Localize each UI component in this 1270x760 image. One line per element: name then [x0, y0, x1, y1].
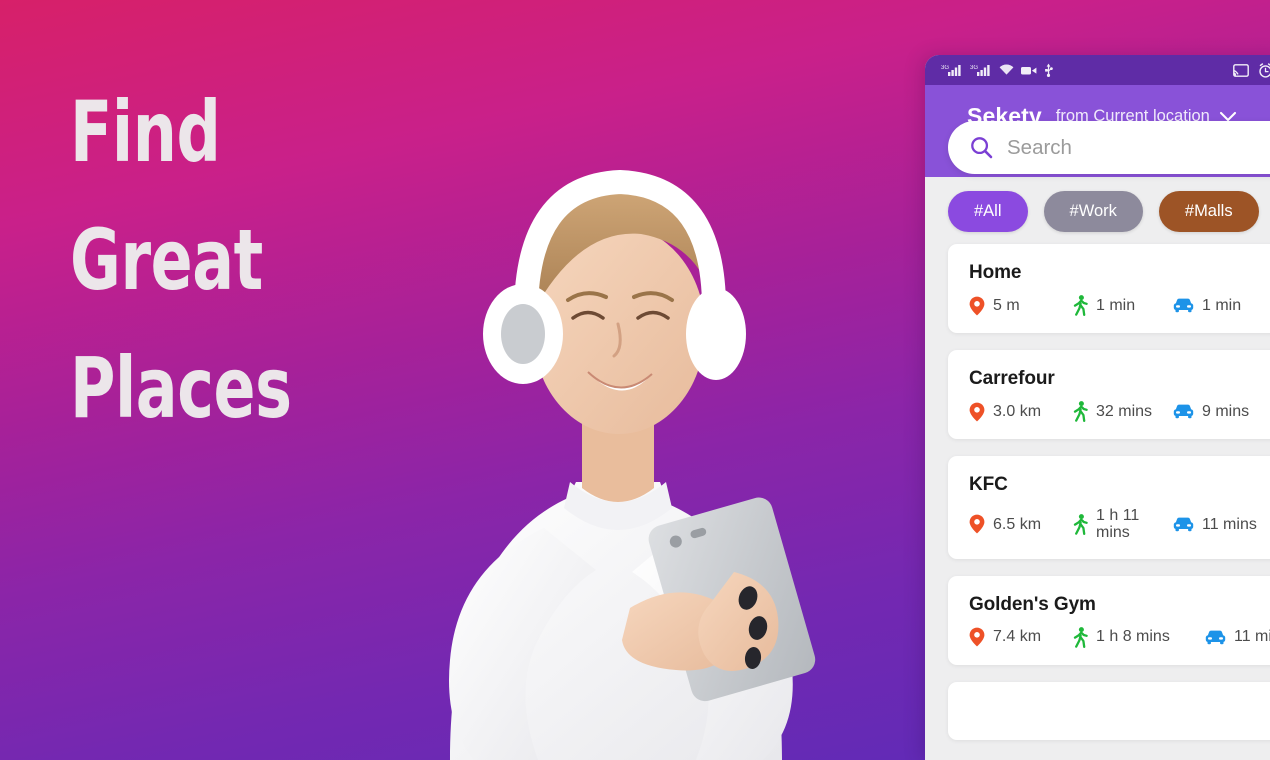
- distance-value: 5 m: [993, 296, 1020, 314]
- cast-icon: [1233, 63, 1249, 77]
- chip-work[interactable]: #Work: [1043, 191, 1143, 232]
- drive-value: 11 mins: [1202, 515, 1257, 533]
- distance-metric: 3.0 km: [969, 402, 1073, 422]
- distance-metric: 6.5 km: [969, 514, 1073, 534]
- page-title: Find Great Places: [70, 68, 292, 452]
- walk-metric: 1 h 11 mins: [1073, 507, 1173, 542]
- walking-person-icon: [1073, 513, 1088, 535]
- headline-line-1: Find: [70, 83, 221, 181]
- walking-person-icon: [1073, 401, 1088, 422]
- wifi-icon: [999, 64, 1014, 76]
- hero-photo: [330, 12, 890, 760]
- walk-value: 1 h 8 mins: [1096, 628, 1170, 646]
- chip-malls[interactable]: #Malls: [1158, 191, 1259, 232]
- car-icon: [1205, 629, 1226, 645]
- phone-mockup: 3G 3G Sekety from Current location Searc…: [925, 55, 1270, 760]
- drive-metric: 9 mins: [1173, 403, 1270, 420]
- table-row[interactable]: KFC 6.5 km 1 h 11 mins 11 mins: [948, 456, 1270, 559]
- distance-value: 3.0 km: [993, 402, 1042, 420]
- distance-value: 6.5 km: [993, 515, 1042, 533]
- search-icon: [970, 136, 993, 159]
- walk-value: 1 min: [1096, 296, 1136, 314]
- map-pin-icon: [969, 402, 985, 422]
- walking-person-icon: [1073, 626, 1088, 648]
- svg-text:3G: 3G: [970, 65, 978, 71]
- car-icon: [1173, 516, 1194, 532]
- place-name: KFC: [969, 474, 1008, 495]
- filter-chips: #All #Work #Malls: [925, 177, 1270, 244]
- distance-metric: 5 m: [969, 296, 1073, 316]
- drive-metric: 11 mins: [1205, 628, 1270, 645]
- table-row[interactable]: Carrefour 3.0 km 32 mins 9 mins: [948, 350, 1270, 439]
- search-placeholder: Search: [1007, 135, 1072, 159]
- drive-metric: 1 min: [1173, 297, 1270, 314]
- car-icon: [1173, 403, 1194, 419]
- places-list: Home 5 m 1 min 1 min Carrefour 3.0 km 32…: [925, 244, 1270, 740]
- table-row[interactable]: Home 5 m 1 min 1 min: [948, 244, 1270, 333]
- camera-icon: [1021, 65, 1037, 76]
- drive-value: 1 min: [1202, 296, 1242, 314]
- walk-metric: 1 h 8 mins: [1073, 626, 1205, 648]
- distance-value: 7.4 km: [993, 628, 1042, 646]
- search-input[interactable]: Search: [948, 121, 1270, 174]
- promo-banner: Find Great Places 3G 3G Sekety from Curr…: [0, 0, 1270, 760]
- walk-value: 32 mins: [1096, 402, 1153, 420]
- map-pin-icon: [969, 627, 985, 647]
- 3g-signal-icon: 3G: [941, 63, 963, 77]
- walk-metric: 32 mins: [1073, 401, 1173, 422]
- svg-text:3G: 3G: [941, 65, 949, 71]
- walking-person-icon: [1073, 295, 1088, 316]
- table-row[interactable]: [948, 681, 1270, 740]
- chip-all[interactable]: #All: [948, 191, 1028, 232]
- place-name: Home: [969, 262, 1022, 283]
- map-pin-icon: [969, 296, 985, 316]
- status-bar: 3G 3G: [925, 55, 1270, 85]
- drive-value: 9 mins: [1202, 402, 1250, 420]
- table-row[interactable]: Golden's Gym 7.4 km 1 h 8 mins 11 m: [948, 575, 1270, 665]
- car-icon: [1173, 297, 1194, 313]
- walk-value: 1 h 11 mins: [1096, 507, 1140, 542]
- search-zone: Search: [925, 121, 1270, 177]
- walk-metric: 1 min: [1073, 295, 1173, 316]
- alarm-icon: [1258, 62, 1270, 78]
- distance-metric: 7.4 km: [969, 627, 1073, 647]
- place-name: Carrefour: [969, 368, 1055, 389]
- headline-line-2: Great: [70, 211, 263, 309]
- usb-icon: [1044, 63, 1053, 77]
- 3g-signal-icon-2: 3G: [970, 63, 992, 77]
- place-name: Golden's Gym: [969, 593, 1096, 615]
- map-pin-icon: [969, 514, 985, 534]
- drive-metric: 11 mins: [1173, 516, 1270, 533]
- drive-value: 11 mins: [1234, 628, 1270, 646]
- headline-line-3: Places: [70, 339, 292, 437]
